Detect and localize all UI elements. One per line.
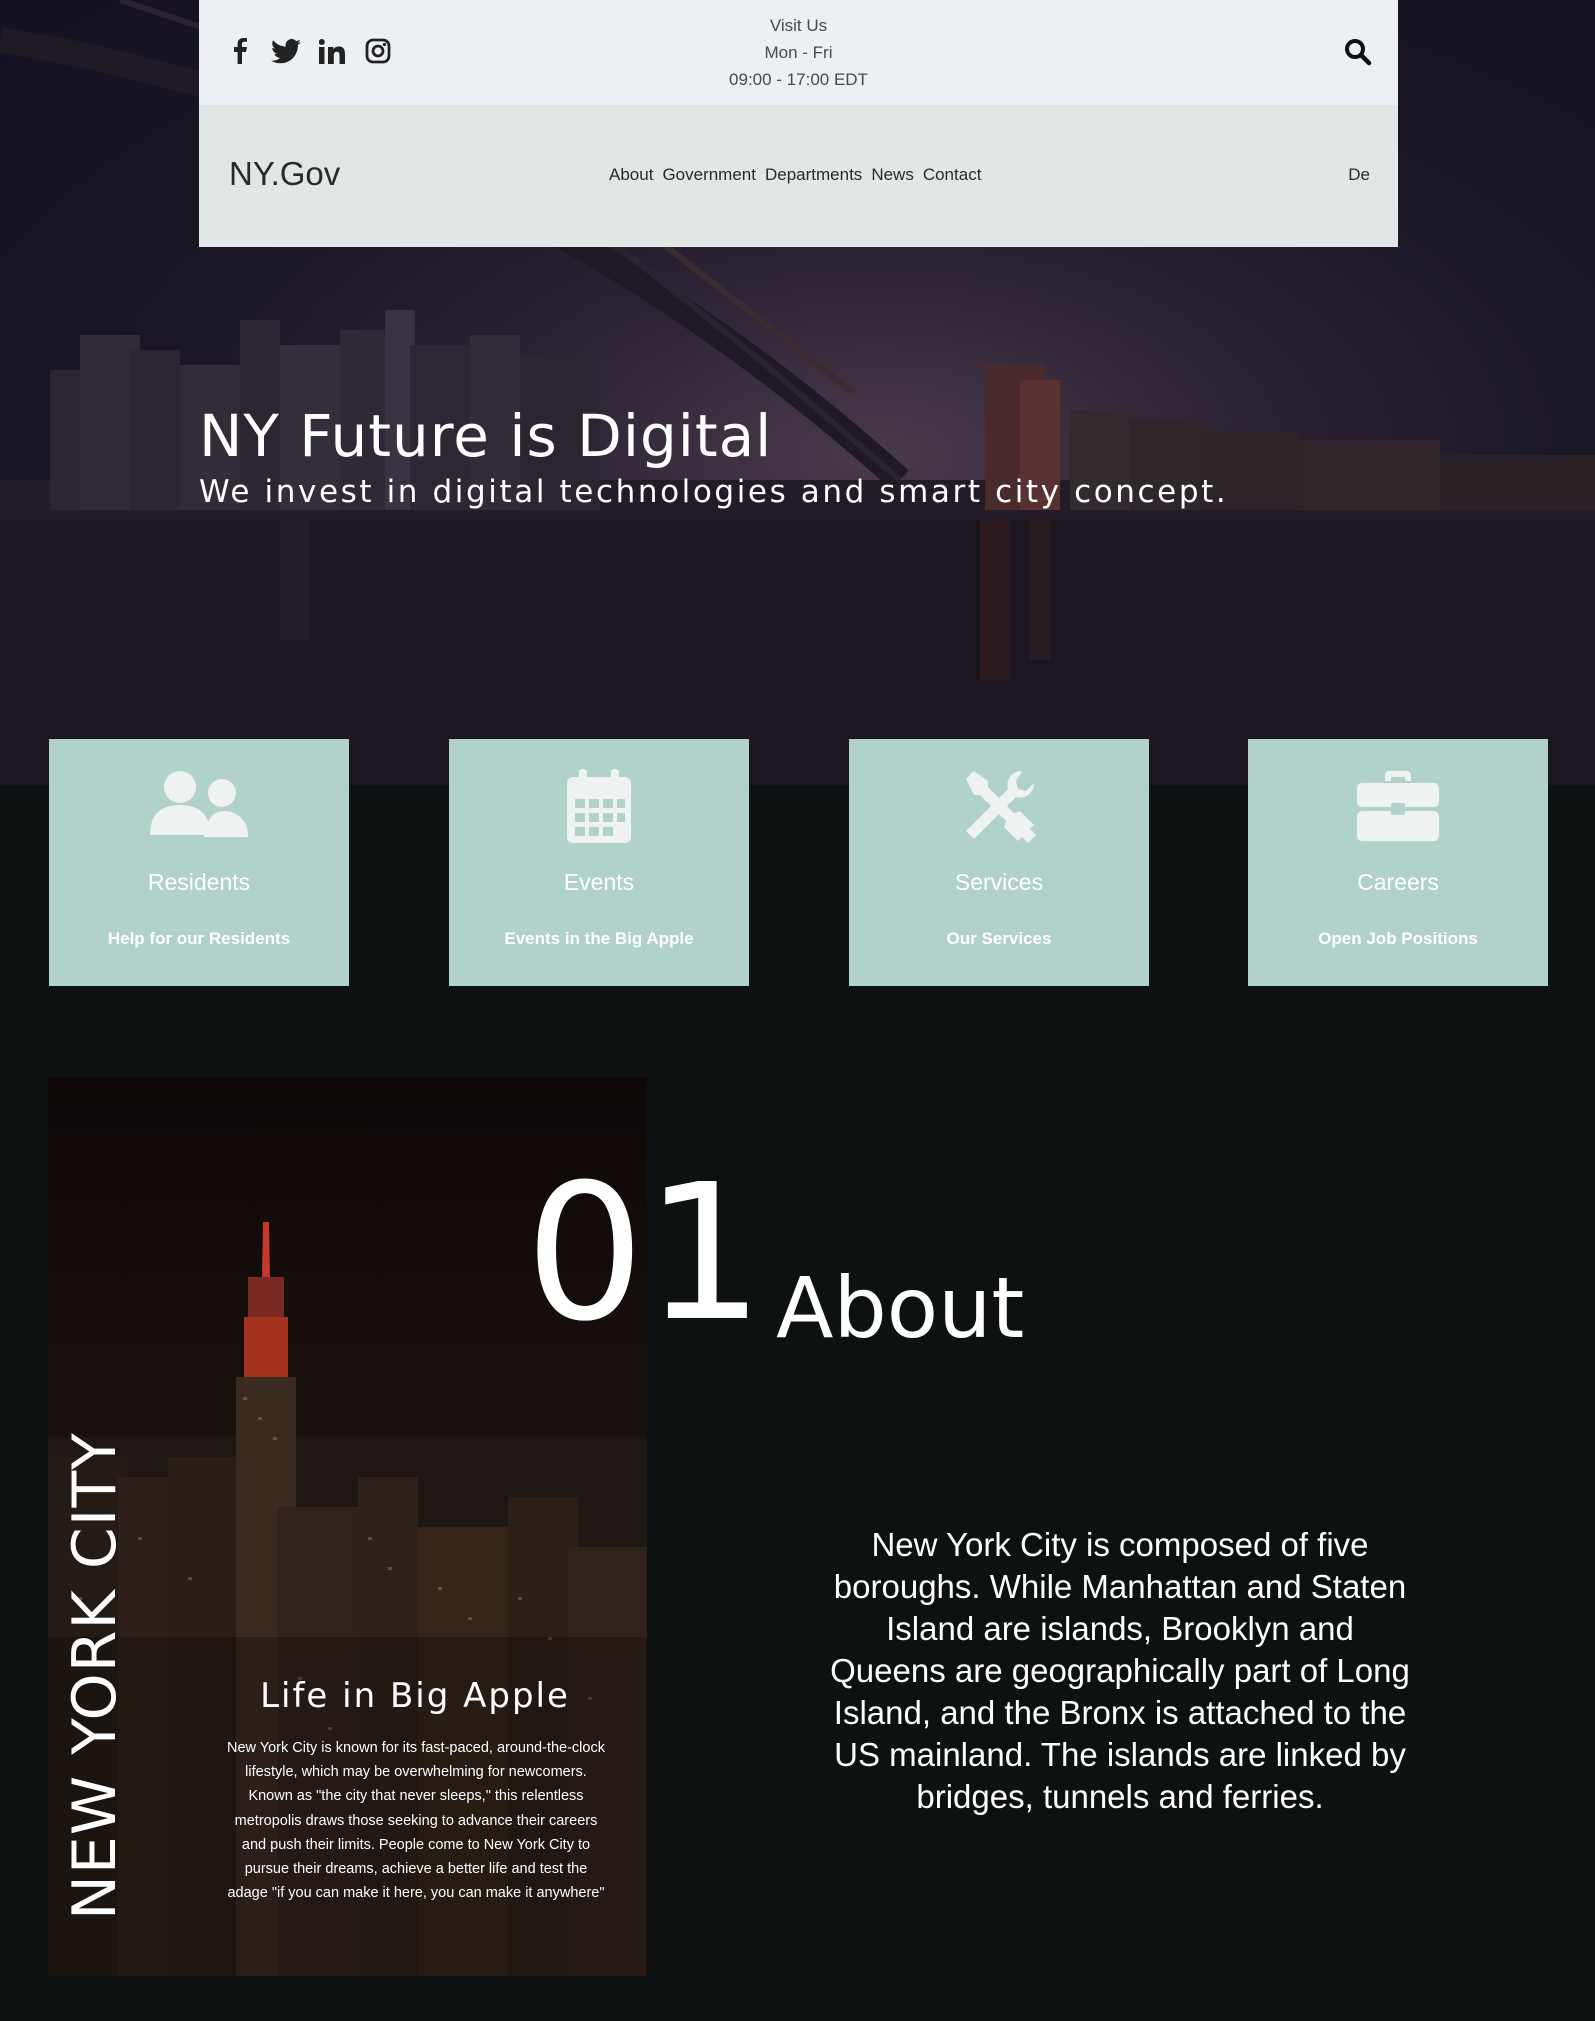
hero-title: NY Future is Digital <box>199 402 773 470</box>
section-number: 01 <box>525 1144 765 1363</box>
card-services[interactable]: Services Our Services <box>849 739 1149 986</box>
life-description: New York City is known for its fast-pace… <box>227 1740 605 1902</box>
card-events[interactable]: Events Events in the Big Apple <box>449 739 749 986</box>
card-title: Careers <box>1357 869 1439 895</box>
card-title: Services <box>954 869 1044 895</box>
card-residents[interactable]: Residents Help for our Residents <box>49 739 349 986</box>
visit-info: Visit Us Mon - Fri 09:00 - 17:00 EDT <box>199 12 1398 93</box>
language-switch[interactable]: De <box>1348 165 1370 185</box>
briefcase-icon <box>1248 769 1548 849</box>
card-description: Events in the Big Apple <box>504 929 694 948</box>
search-icon[interactable] <box>1344 38 1374 68</box>
about-description: New York City is composed of five boroug… <box>830 1526 1410 1815</box>
site-logo[interactable]: NY.Gov <box>229 155 340 193</box>
card-careers[interactable]: Careers Open Job Positions <box>1248 739 1548 986</box>
top-bar: Visit Us Mon - Fri 09:00 - 17:00 EDT <box>199 0 1398 105</box>
card-title: Residents <box>147 869 251 895</box>
main-navbar: NY.Gov About Government Departments News… <box>199 105 1398 247</box>
nav-links: About Government Departments News Contac… <box>609 165 981 185</box>
vertical-city-label: NEW YORK CITY <box>60 1432 130 1920</box>
life-title: Life in Big Apple <box>260 1676 570 1716</box>
card-title: Events <box>563 869 635 895</box>
visit-hours: 09:00 - 17:00 EDT <box>729 70 868 89</box>
visit-label: Visit Us <box>769 16 828 35</box>
visit-days: Mon - Fri <box>764 43 833 62</box>
card-description: Our Services <box>946 929 1052 948</box>
calendar-icon <box>449 769 749 849</box>
nav-link-contact[interactable]: Contact <box>923 165 982 185</box>
about-heading: About <box>776 1259 1025 1357</box>
nav-link-departments[interactable]: Departments <box>765 165 862 185</box>
tools-icon <box>849 769 1149 849</box>
nav-link-about[interactable]: About <box>609 165 653 185</box>
hero-subtitle: We invest in digital technologies and sm… <box>199 474 1229 510</box>
card-description: Open Job Positions <box>1318 929 1478 948</box>
nav-link-government[interactable]: Government <box>662 165 756 185</box>
card-description: Help for our Residents <box>107 929 291 948</box>
users-icon <box>49 769 349 849</box>
nav-link-news[interactable]: News <box>871 165 914 185</box>
